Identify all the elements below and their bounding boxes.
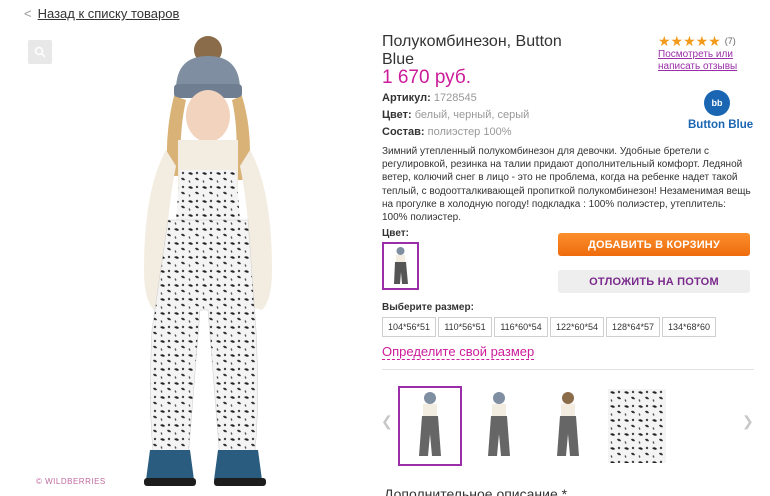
product-title: Полукомбинезон, Button Blue bbox=[382, 33, 562, 68]
thumbnail-image bbox=[488, 392, 510, 456]
brand-name: Button Blue bbox=[688, 119, 754, 131]
size-options: 104*56*51 110*56*51 116*60*54 122*60*54 … bbox=[382, 317, 716, 337]
back-to-list-link[interactable]: < Назад к списку товаров bbox=[24, 6, 179, 21]
article-row: Артикул: 1728545 bbox=[382, 92, 477, 104]
save-for-later-button[interactable]: ОТЛОЖИТЬ НА ПОТОМ bbox=[558, 270, 750, 293]
thumbnail-image bbox=[419, 392, 441, 456]
gallery-thumbnail[interactable] bbox=[398, 386, 462, 466]
size-picker-label: Выберите размер: bbox=[382, 302, 474, 313]
composition-row: Состав: полиэстер 100% bbox=[382, 126, 512, 138]
product-description: Зимний утепленный полукомбинезон для дев… bbox=[382, 146, 751, 224]
article-value: 1728545 bbox=[433, 92, 477, 104]
size-option[interactable]: 128*64*57 bbox=[606, 317, 660, 337]
size-guide-link[interactable]: Определите свой размер bbox=[382, 344, 535, 360]
back-link-label: Назад к списку товаров bbox=[37, 6, 180, 21]
gallery-thumbnail[interactable] bbox=[536, 386, 600, 466]
thumbnail-image bbox=[557, 392, 579, 456]
color-swatch-image bbox=[394, 247, 408, 284]
color-picker-label: Цвет: bbox=[382, 228, 409, 239]
chevron-left-icon[interactable]: ❮ bbox=[381, 413, 393, 430]
color-swatch-selected[interactable] bbox=[382, 242, 419, 290]
chevron-left-icon: < bbox=[24, 6, 32, 21]
article-label: Артикул: bbox=[382, 92, 431, 104]
copyright-watermark: © WILDBERRIES bbox=[36, 477, 106, 486]
product-photo[interactable]: © WILDBERRIES bbox=[18, 30, 370, 496]
chevron-right-icon[interactable]: ❯ bbox=[742, 413, 754, 430]
add-to-cart-button[interactable]: ДОБАВИТЬ В КОРЗИНУ bbox=[558, 233, 750, 256]
gallery-thumbnail[interactable] bbox=[605, 386, 669, 466]
star-rating-icon: ★★★★★ bbox=[658, 33, 721, 49]
reviews-link[interactable]: Посмотреть или написать отзывы bbox=[658, 49, 758, 73]
color-attr-label: Цвет: bbox=[382, 109, 412, 121]
size-option[interactable]: 116*60*54 bbox=[494, 317, 548, 337]
thumbnail-image bbox=[608, 389, 666, 463]
color-attr-value: белый, черный, серый bbox=[414, 109, 530, 121]
additional-description-heading: Дополнительное описание * bbox=[384, 486, 568, 496]
size-option[interactable]: 122*60*54 bbox=[550, 317, 604, 337]
size-option[interactable]: 104*56*51 bbox=[382, 317, 436, 337]
composition-value: полиэстер 100% bbox=[427, 126, 512, 138]
child-model-illustration bbox=[144, 36, 272, 486]
divider bbox=[382, 369, 754, 370]
color-row: Цвет: белый, черный, серый bbox=[382, 109, 529, 121]
composition-label: Состав: bbox=[382, 126, 425, 138]
size-option[interactable]: 134*68*60 bbox=[662, 317, 716, 337]
brand-logo[interactable]: bb Button Blue bbox=[688, 90, 753, 131]
gallery-thumbnail[interactable] bbox=[467, 386, 531, 466]
brand-logo-icon: bb bbox=[704, 90, 730, 116]
product-price: 1 670 руб. bbox=[382, 67, 472, 88]
size-option[interactable]: 110*56*51 bbox=[438, 317, 492, 337]
rating-count: (7) bbox=[724, 36, 736, 46]
